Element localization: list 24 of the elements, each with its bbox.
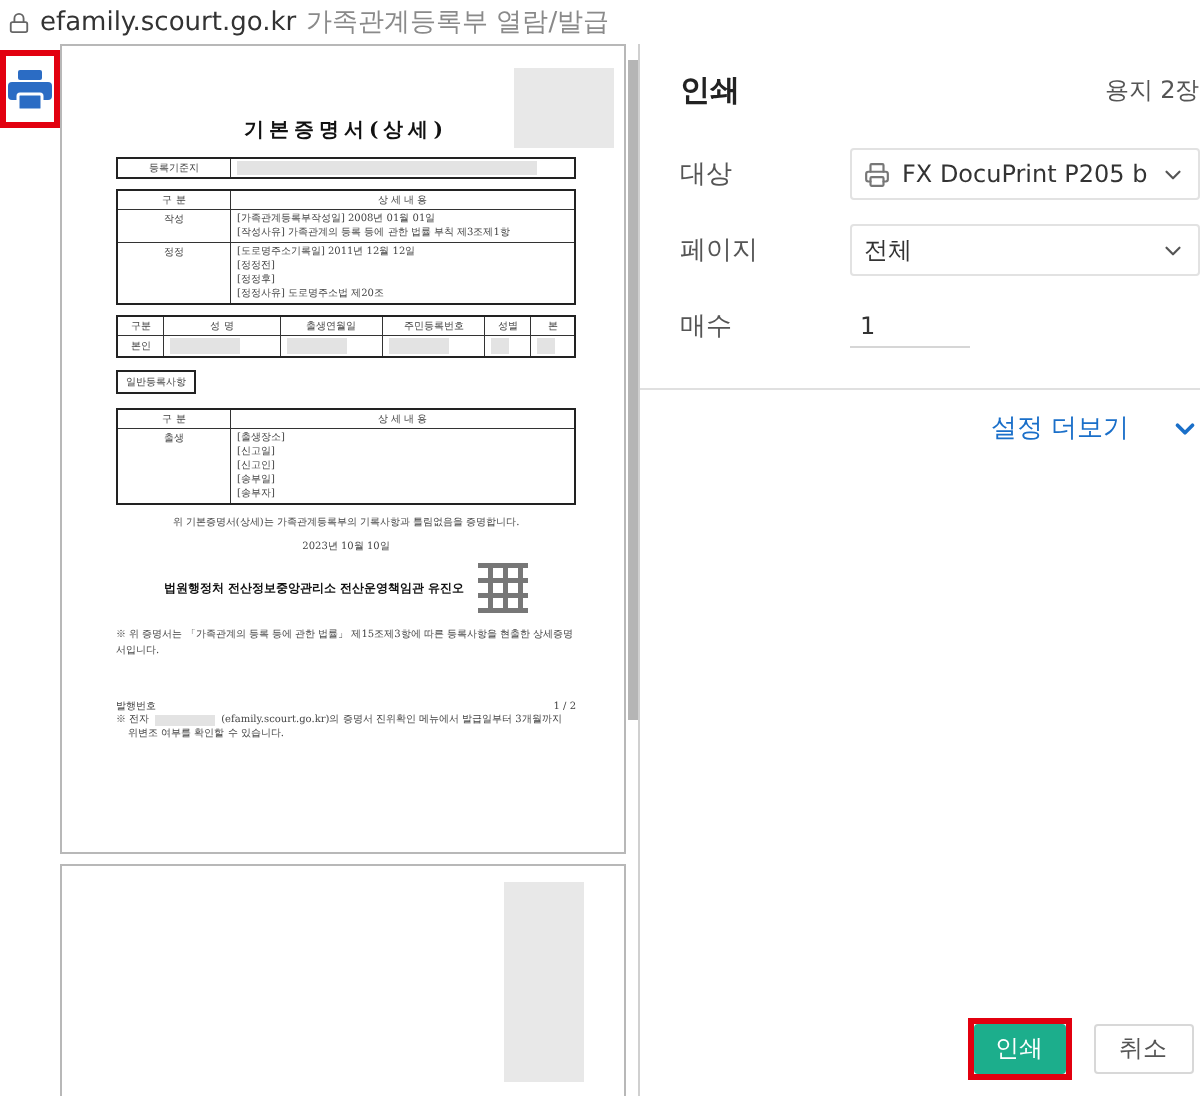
setting-label: 매수 bbox=[680, 310, 734, 344]
cancel-button[interactable]: 취소 bbox=[1093, 1024, 1194, 1074]
sheet-count: 용지 2장 bbox=[1104, 73, 1200, 107]
redaction-block bbox=[155, 714, 216, 726]
setting-label: 페이지 bbox=[680, 234, 760, 268]
redaction-block bbox=[537, 338, 556, 354]
pages-select[interactable]: 전체 bbox=[850, 224, 1200, 276]
redaction-block bbox=[170, 338, 241, 354]
more-settings-button[interactable]: 설정 더보기 bbox=[991, 402, 1200, 454]
scrollbar-thumb[interactable] bbox=[628, 60, 638, 720]
setting-label: 대상 bbox=[680, 158, 734, 192]
redaction-block bbox=[491, 338, 510, 354]
redaction-block bbox=[286, 338, 347, 354]
copies-field[interactable]: 1 bbox=[850, 306, 970, 348]
redaction-block bbox=[388, 338, 449, 354]
page-title: 가족관계등록부 열람/발급 bbox=[306, 6, 610, 40]
destination-select[interactable]: FX DocuPrint P205 b bbox=[850, 148, 1200, 200]
document-title: 기본증명서(상세) bbox=[242, 116, 450, 143]
printer-icon bbox=[864, 161, 890, 187]
site-domain: efamily.scourt.go.kr bbox=[40, 7, 297, 37]
printer-icon bbox=[8, 69, 52, 109]
panel-title: 인쇄 bbox=[680, 71, 740, 109]
lock-icon bbox=[8, 11, 30, 33]
qr-code-icon bbox=[478, 563, 529, 613]
